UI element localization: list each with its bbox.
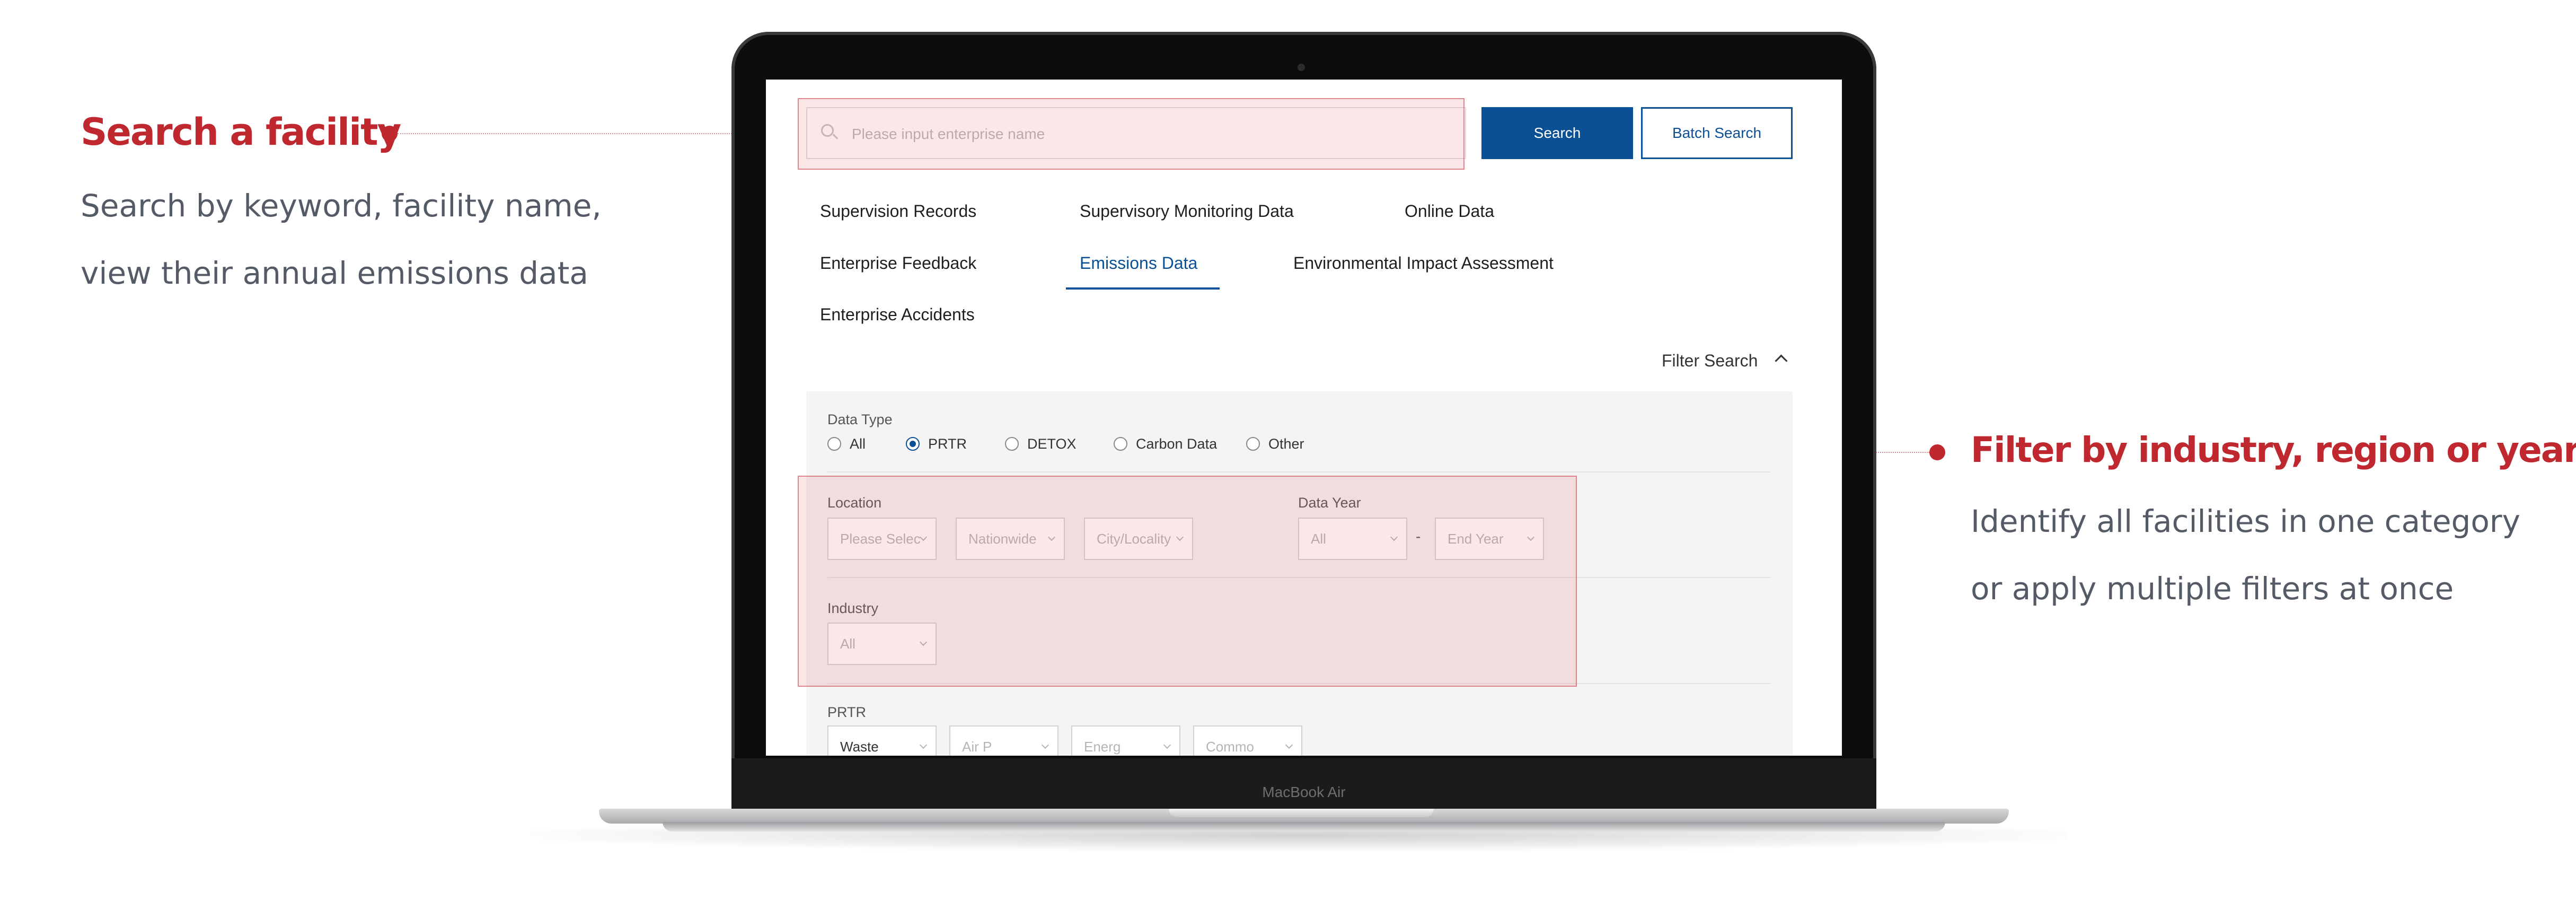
camera-icon (1298, 64, 1305, 71)
radio-circle[interactable] (1005, 437, 1019, 451)
radio-label: Other (1268, 436, 1304, 452)
filter-annotation-line-2: or apply multiple filters at once (1971, 571, 2454, 607)
prtr-air-select[interactable]: Air P (949, 725, 1058, 756)
select-value: Energ (1084, 739, 1121, 755)
radio-label: Carbon Data (1136, 436, 1218, 452)
select-value: Waste (840, 739, 879, 755)
filter-annotation-text: Identify all facilities in one category … (1971, 488, 2520, 623)
filter-highlight-box (798, 476, 1577, 687)
data-type-label: Data Type (827, 412, 893, 427)
radio-all[interactable]: All (827, 436, 866, 452)
radio-label: DETOX (1027, 436, 1077, 452)
radio-detox[interactable]: DETOX (1005, 436, 1077, 452)
select-value: Air P (962, 739, 992, 755)
select-value: Commo (1206, 739, 1255, 755)
filter-annotation-line-1: Identify all facilities in one category (1971, 503, 2520, 539)
filter-annotation-dot (1929, 444, 1945, 460)
radio-circle[interactable] (827, 437, 841, 451)
chevron-down-icon (1285, 741, 1293, 749)
chevron-up-icon[interactable] (1775, 354, 1788, 368)
filter-search-toggle[interactable]: Filter Search (1662, 351, 1758, 371)
chevron-down-icon (1163, 741, 1171, 749)
search-annotation-line-2: view their annual emissions data (81, 255, 588, 291)
radio-label: PRTR (928, 436, 967, 452)
search-highlight-box (798, 98, 1465, 170)
radio-circle[interactable] (1114, 437, 1127, 451)
search-button[interactable]: Search (1481, 107, 1633, 159)
radio-circle[interactable] (1246, 437, 1260, 451)
tab-online-data[interactable]: Online Data (1405, 202, 1494, 221)
prtr-waste-select[interactable]: Waste (827, 725, 937, 756)
tab-enterprise-feedback[interactable]: Enterprise Feedback (820, 253, 976, 273)
filter-annotation-title: Filter by industry, region or year (1971, 430, 2576, 470)
filter-divider (827, 471, 1771, 472)
tab-environmental-impact-assessment[interactable]: Environmental Impact Assessment (1293, 253, 1554, 273)
search-annotation-line-1: Search by keyword, facility name, (81, 188, 602, 224)
prtr-label: PRTR (827, 704, 867, 720)
tab-supervisory-monitoring-data[interactable]: Supervisory Monitoring Data (1080, 202, 1294, 221)
batch-search-button[interactable]: Batch Search (1641, 107, 1793, 159)
radio-prtr[interactable]: PRTR (906, 436, 967, 452)
radio-label: All (850, 436, 866, 452)
prtr-commodity-select[interactable]: Commo (1193, 725, 1302, 756)
chevron-down-icon (1041, 741, 1049, 749)
search-annotation-dot (382, 126, 398, 142)
laptop-base-underside (663, 822, 1945, 832)
prtr-energy-select[interactable]: Energ (1071, 725, 1180, 756)
tab-emissions-data[interactable]: Emissions Data (1080, 253, 1197, 273)
search-annotation-text: Search by keyword, facility name, view t… (81, 172, 602, 307)
radio-other[interactable]: Other (1246, 436, 1304, 452)
chevron-down-icon (919, 741, 928, 749)
laptop-opening-notch (1169, 809, 1434, 817)
radio-circle-selected[interactable] (906, 437, 920, 451)
radio-carbon-data[interactable]: Carbon Data (1114, 436, 1217, 452)
device-brand: MacBook Air (1262, 784, 1346, 800)
tab-supervision-records[interactable]: Supervision Records (820, 202, 976, 221)
tab-enterprise-accidents[interactable]: Enterprise Accidents (820, 305, 975, 325)
active-tab-indicator (1066, 287, 1220, 290)
search-annotation-title: Search a facility (81, 110, 401, 154)
